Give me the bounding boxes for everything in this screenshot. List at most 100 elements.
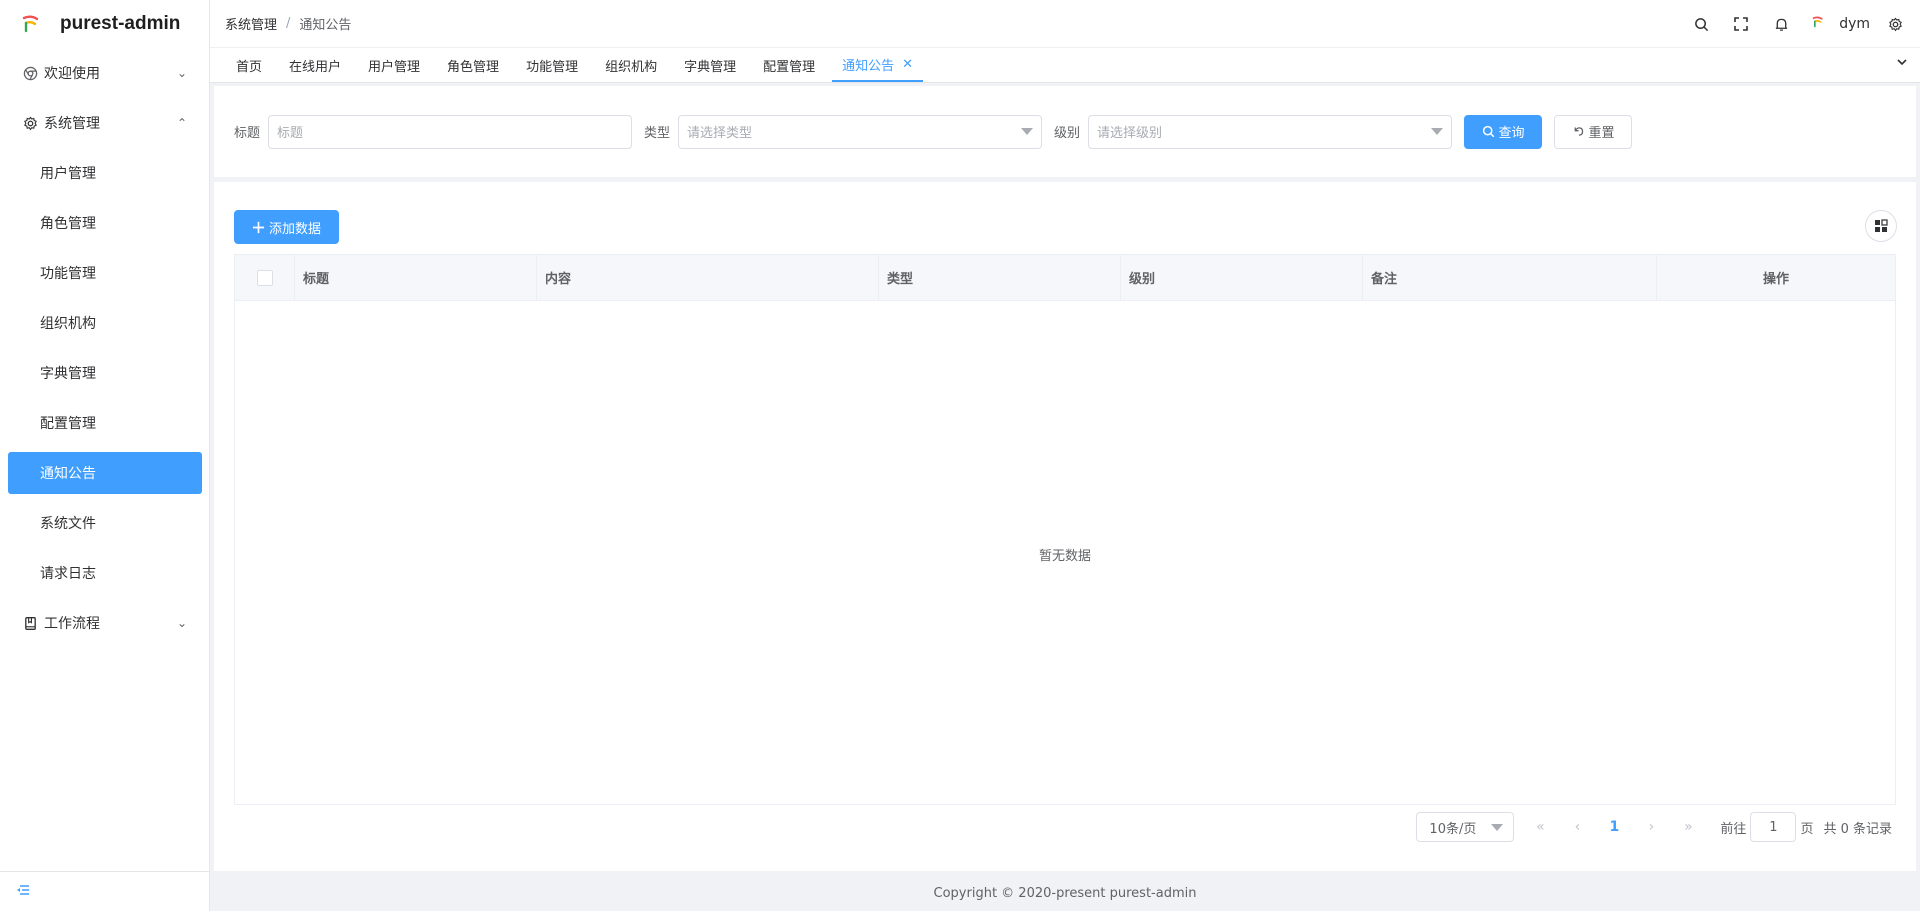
- close-icon[interactable]: ✕: [902, 57, 913, 72]
- footer: Copyright © 2020-present purest-admin: [210, 876, 1920, 911]
- type-select[interactable]: 请选择类型: [678, 114, 1043, 149]
- chrome-icon: [22, 65, 38, 81]
- grid-icon: [1875, 219, 1888, 232]
- first-page-icon[interactable]: «: [1524, 812, 1556, 842]
- page-size-value: 10条/页: [1429, 821, 1477, 837]
- table-settings-button[interactable]: [1865, 210, 1897, 242]
- sidebar-item-dictionary[interactable]: 字典管理: [0, 348, 209, 398]
- goto-suffix: 页: [1800, 821, 1814, 837]
- username: dym: [1839, 16, 1870, 32]
- reset-button[interactable]: 重置: [1554, 114, 1633, 149]
- next-page-icon[interactable]: ›: [1635, 812, 1667, 842]
- column-header-type[interactable]: 类型: [879, 255, 1121, 300]
- chevron-down-icon: ⌄: [176, 66, 187, 80]
- sidebar-item-users[interactable]: 用户管理: [0, 148, 209, 198]
- search-icon[interactable]: [1681, 0, 1721, 48]
- level-placeholder: 请选择级别: [1097, 126, 1163, 141]
- settings-icon[interactable]: [1880, 0, 1910, 48]
- sidebar-group-label: 欢迎使用: [44, 66, 100, 82]
- column-header-level[interactable]: 级别: [1121, 255, 1363, 300]
- prev-page-icon[interactable]: ‹: [1561, 812, 1593, 842]
- empty-state-text: 暂无数据: [1038, 549, 1091, 564]
- page-size-select[interactable]: 10条/页: [1416, 812, 1515, 842]
- top-header: 系统管理 / 通知公告 dym: [210, 0, 1920, 48]
- sidebar-group-system[interactable]: 系统管理 ⌃: [0, 98, 209, 148]
- goto-prefix: 前往: [1720, 821, 1747, 837]
- table-header: 标题 内容 类型 级别 备注 操作: [235, 255, 1895, 301]
- plus-icon: [252, 221, 265, 233]
- tab-home[interactable]: 首页: [226, 48, 272, 82]
- search-form: 标题 标题 类型 请选择类型 级别 请选择级别 查询 重置: [214, 86, 1916, 177]
- breadcrumb-separator: /: [286, 16, 291, 31]
- collapse-menu-button[interactable]: [0, 871, 210, 911]
- chevron-down-icon: ⌄: [176, 616, 187, 630]
- last-page-icon[interactable]: »: [1672, 812, 1704, 842]
- level-select[interactable]: 请选择级别: [1088, 114, 1453, 149]
- column-header-content[interactable]: 内容: [537, 255, 879, 300]
- sidebar-group-welcome[interactable]: 欢迎使用 ⌄: [0, 48, 209, 98]
- sidebar-menu: 欢迎使用 ⌄ 系统管理 ⌃ 用户管理 角色管理 功能管理 组织机构 字典管理 配…: [0, 48, 209, 648]
- copyright-text: Copyright © 2020-present purest-admin: [933, 886, 1197, 901]
- tab-functions[interactable]: 功能管理: [516, 48, 588, 82]
- sidebar-item-request-logs[interactable]: 请求日志: [0, 548, 209, 598]
- tab-notices[interactable]: 通知公告 ✕: [832, 48, 924, 82]
- tabs-bar: 首页 在线用户 用户管理 角色管理 功能管理 组织机构 字典管理 配置管理 通知…: [210, 48, 1920, 83]
- goto-page-input[interactable]: 1: [1750, 812, 1797, 842]
- book-icon: [22, 615, 38, 631]
- search-icon: [1482, 125, 1494, 138]
- chevron-up-icon: ⌃: [176, 116, 187, 130]
- select-all-cell: [235, 255, 295, 300]
- notices-table: 标题 内容 类型 级别 备注 操作 暂无数据: [234, 254, 1896, 805]
- refresh-left-icon: [1574, 127, 1583, 136]
- tab-users[interactable]: 用户管理: [358, 48, 430, 82]
- breadcrumb-current: 通知公告: [299, 18, 352, 33]
- title-placeholder: 标题: [277, 126, 304, 141]
- tab-config[interactable]: 配置管理: [753, 48, 825, 82]
- tab-roles[interactable]: 角色管理: [437, 48, 509, 82]
- bell-icon[interactable]: [1761, 0, 1801, 48]
- title-label: 标题: [234, 126, 261, 141]
- title-input[interactable]: 标题: [268, 114, 633, 149]
- tab-label: 通知公告: [842, 58, 895, 74]
- breadcrumb: 系统管理 / 通知公告: [225, 14, 351, 33]
- column-header-title[interactable]: 标题: [295, 255, 537, 300]
- tab-organizations[interactable]: 组织机构: [595, 48, 667, 82]
- reset-label: 重置: [1588, 126, 1615, 141]
- breadcrumb-item[interactable]: 系统管理: [225, 14, 277, 33]
- sidebar-item-functions[interactable]: 功能管理: [0, 248, 209, 298]
- table-toolbar: 添加数据: [234, 210, 339, 244]
- sidebar-group-label: 工作流程: [44, 616, 100, 632]
- tab-online-users[interactable]: 在线用户: [279, 48, 351, 82]
- logo-icon: [20, 13, 42, 35]
- logo[interactable]: purest-admin: [0, 0, 209, 48]
- type-placeholder: 请选择类型: [687, 126, 753, 141]
- column-header-remark[interactable]: 备注: [1363, 255, 1657, 300]
- caret-down-icon: [1431, 127, 1444, 135]
- caret-down-icon: [1491, 824, 1504, 831]
- table-panel: 添加数据 标题 内容 类型 级别 备注 操作 暂无数据 10条/页 « ‹ 1 …: [214, 182, 1916, 871]
- header-actions: dym: [1681, 0, 1910, 48]
- query-label: 查询: [1498, 126, 1525, 141]
- query-button[interactable]: 查询: [1464, 114, 1543, 149]
- pagination: 10条/页 « ‹ 1 › » 前往 1 页 共 0 条记录: [1416, 812, 1892, 842]
- select-all-checkbox[interactable]: [256, 269, 273, 286]
- add-data-label: 添加数据: [268, 221, 321, 237]
- avatar: [1811, 15, 1825, 33]
- sidebar-item-notices[interactable]: 通知公告: [8, 452, 202, 494]
- chevron-down-icon[interactable]: [1896, 56, 1908, 72]
- page-number[interactable]: 1: [1598, 812, 1630, 842]
- total-records: 共 0 条记录: [1823, 821, 1892, 837]
- fullscreen-icon[interactable]: [1721, 0, 1761, 48]
- sidebar-item-roles[interactable]: 角色管理: [0, 198, 209, 248]
- column-header-actions: 操作: [1762, 272, 1789, 287]
- sidebar-group-label: 系统管理: [44, 116, 100, 132]
- app-title: purest-admin: [60, 13, 181, 34]
- sidebar-item-config[interactable]: 配置管理: [0, 398, 209, 448]
- user-menu[interactable]: dym: [1801, 15, 1880, 33]
- tab-dictionary[interactable]: 字典管理: [674, 48, 746, 82]
- sidebar-group-workflow[interactable]: 工作流程 ⌄: [0, 598, 209, 648]
- collapse-menu-icon: [16, 883, 30, 901]
- sidebar-item-files[interactable]: 系统文件: [0, 498, 209, 548]
- add-data-button[interactable]: 添加数据: [234, 210, 339, 244]
- sidebar-item-organizations[interactable]: 组织机构: [0, 298, 209, 348]
